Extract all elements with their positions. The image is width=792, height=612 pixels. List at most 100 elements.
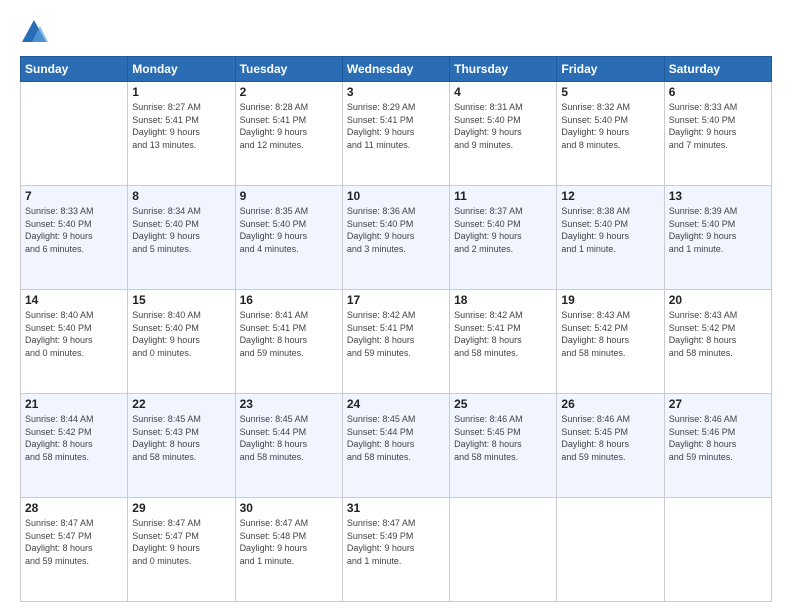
calendar-cell: 8 Sunrise: 8:34 AM Sunset: 5:40 PM Daylig… [128, 186, 235, 290]
calendar-week-5: 28 Sunrise: 8:47 AM Sunset: 5:47 PM Dayli… [21, 498, 772, 602]
calendar-cell: 6 Sunrise: 8:33 AM Sunset: 5:40 PM Daylig… [664, 82, 771, 186]
day-number: 21 [25, 397, 123, 411]
day-number: 15 [132, 293, 230, 307]
calendar-cell: 2 Sunrise: 8:28 AM Sunset: 5:41 PM Daylig… [235, 82, 342, 186]
calendar-cell: 4 Sunrise: 8:31 AM Sunset: 5:40 PM Daylig… [450, 82, 557, 186]
day-info: Sunrise: 8:42 AM Sunset: 5:41 PM Dayligh… [347, 309, 445, 359]
header [20, 18, 772, 46]
logo [20, 18, 52, 46]
day-info: Sunrise: 8:47 AM Sunset: 5:47 PM Dayligh… [25, 517, 123, 567]
day-info: Sunrise: 8:39 AM Sunset: 5:40 PM Dayligh… [669, 205, 767, 255]
day-number: 2 [240, 85, 338, 99]
day-info: Sunrise: 8:45 AM Sunset: 5:44 PM Dayligh… [240, 413, 338, 463]
day-number: 28 [25, 501, 123, 515]
day-info: Sunrise: 8:45 AM Sunset: 5:43 PM Dayligh… [132, 413, 230, 463]
calendar-cell: 14 Sunrise: 8:40 AM Sunset: 5:40 PM Dayli… [21, 290, 128, 394]
day-number: 30 [240, 501, 338, 515]
day-info: Sunrise: 8:46 AM Sunset: 5:45 PM Dayligh… [454, 413, 552, 463]
calendar-cell: 10 Sunrise: 8:36 AM Sunset: 5:40 PM Dayli… [342, 186, 449, 290]
calendar-cell: 25Sunrise: 8:46 AM Sunset: 5:45 PM Dayli… [450, 394, 557, 498]
calendar-cell: 22 Sunrise: 8:45 AM Sunset: 5:43 PM Dayli… [128, 394, 235, 498]
day-info: Sunrise: 8:40 AM Sunset: 5:40 PM Dayligh… [25, 309, 123, 359]
calendar-cell: 12Sunrise: 8:38 AM Sunset: 5:40 PM Dayli… [557, 186, 664, 290]
day-header-monday: Monday [128, 57, 235, 82]
day-number: 23 [240, 397, 338, 411]
day-info: Sunrise: 8:46 AM Sunset: 5:46 PM Dayligh… [669, 413, 767, 463]
day-info: Sunrise: 8:47 AM Sunset: 5:49 PM Dayligh… [347, 517, 445, 567]
day-number: 29 [132, 501, 230, 515]
day-info: Sunrise: 8:36 AM Sunset: 5:40 PM Dayligh… [347, 205, 445, 255]
day-info: Sunrise: 8:38 AM Sunset: 5:40 PM Dayligh… [561, 205, 659, 255]
day-info: Sunrise: 8:43 AM Sunset: 5:42 PM Dayligh… [669, 309, 767, 359]
calendar-cell: 23 Sunrise: 8:45 AM Sunset: 5:44 PM Dayli… [235, 394, 342, 498]
day-number: 5 [561, 85, 659, 99]
day-number: 17 [347, 293, 445, 307]
calendar-week-2: 7 Sunrise: 8:33 AM Sunset: 5:40 PM Daylig… [21, 186, 772, 290]
day-number: 27 [669, 397, 767, 411]
calendar-cell: 5 Sunrise: 8:32 AM Sunset: 5:40 PM Daylig… [557, 82, 664, 186]
calendar-cell: 19Sunrise: 8:43 AM Sunset: 5:42 PM Dayli… [557, 290, 664, 394]
day-number: 18 [454, 293, 552, 307]
calendar-cell [664, 498, 771, 602]
calendar-cell: 18 Sunrise: 8:42 AM Sunset: 5:41 PM Dayli… [450, 290, 557, 394]
day-number: 6 [669, 85, 767, 99]
day-info: Sunrise: 8:29 AM Sunset: 5:41 PM Dayligh… [347, 101, 445, 151]
day-number: 10 [347, 189, 445, 203]
day-info: Sunrise: 8:40 AM Sunset: 5:40 PM Dayligh… [132, 309, 230, 359]
day-header-wednesday: Wednesday [342, 57, 449, 82]
day-number: 1 [132, 85, 230, 99]
day-number: 16 [240, 293, 338, 307]
day-header-saturday: Saturday [664, 57, 771, 82]
day-number: 7 [25, 189, 123, 203]
calendar-cell: 3Sunrise: 8:29 AM Sunset: 5:41 PM Daylig… [342, 82, 449, 186]
calendar-cell: 31Sunrise: 8:47 AM Sunset: 5:49 PM Dayli… [342, 498, 449, 602]
calendar-cell: 21 Sunrise: 8:44 AM Sunset: 5:42 PM Dayli… [21, 394, 128, 498]
calendar-cell: 11 Sunrise: 8:37 AM Sunset: 5:40 PM Dayli… [450, 186, 557, 290]
day-info: Sunrise: 8:32 AM Sunset: 5:40 PM Dayligh… [561, 101, 659, 151]
day-number: 24 [347, 397, 445, 411]
calendar-cell: 20 Sunrise: 8:43 AM Sunset: 5:42 PM Dayli… [664, 290, 771, 394]
day-number: 11 [454, 189, 552, 203]
day-info: Sunrise: 8:28 AM Sunset: 5:41 PM Dayligh… [240, 101, 338, 151]
day-header-friday: Friday [557, 57, 664, 82]
calendar-cell: 1Sunrise: 8:27 AM Sunset: 5:41 PM Daylig… [128, 82, 235, 186]
calendar-cell: 26 Sunrise: 8:46 AM Sunset: 5:45 PM Dayli… [557, 394, 664, 498]
day-number: 20 [669, 293, 767, 307]
day-number: 4 [454, 85, 552, 99]
day-info: Sunrise: 8:35 AM Sunset: 5:40 PM Dayligh… [240, 205, 338, 255]
calendar-cell: 16 Sunrise: 8:41 AM Sunset: 5:41 PM Dayli… [235, 290, 342, 394]
day-number: 26 [561, 397, 659, 411]
day-info: Sunrise: 8:42 AM Sunset: 5:41 PM Dayligh… [454, 309, 552, 359]
day-info: Sunrise: 8:37 AM Sunset: 5:40 PM Dayligh… [454, 205, 552, 255]
day-info: Sunrise: 8:33 AM Sunset: 5:40 PM Dayligh… [669, 101, 767, 151]
day-header-thursday: Thursday [450, 57, 557, 82]
day-info: Sunrise: 8:31 AM Sunset: 5:40 PM Dayligh… [454, 101, 552, 151]
day-number: 22 [132, 397, 230, 411]
day-info: Sunrise: 8:33 AM Sunset: 5:40 PM Dayligh… [25, 205, 123, 255]
day-number: 9 [240, 189, 338, 203]
logo-icon [20, 18, 48, 46]
calendar-cell: 9 Sunrise: 8:35 AM Sunset: 5:40 PM Daylig… [235, 186, 342, 290]
day-info: Sunrise: 8:46 AM Sunset: 5:45 PM Dayligh… [561, 413, 659, 463]
day-info: Sunrise: 8:45 AM Sunset: 5:44 PM Dayligh… [347, 413, 445, 463]
day-number: 13 [669, 189, 767, 203]
page: SundayMondayTuesdayWednesdayThursdayFrid… [0, 0, 792, 612]
calendar-cell: 17 Sunrise: 8:42 AM Sunset: 5:41 PM Dayli… [342, 290, 449, 394]
calendar-table: SundayMondayTuesdayWednesdayThursdayFrid… [20, 56, 772, 602]
calendar-cell: 29Sunrise: 8:47 AM Sunset: 5:47 PM Dayli… [128, 498, 235, 602]
calendar-cell [557, 498, 664, 602]
day-info: Sunrise: 8:41 AM Sunset: 5:41 PM Dayligh… [240, 309, 338, 359]
calendar-cell [21, 82, 128, 186]
day-number: 14 [25, 293, 123, 307]
day-header-sunday: Sunday [21, 57, 128, 82]
day-info: Sunrise: 8:44 AM Sunset: 5:42 PM Dayligh… [25, 413, 123, 463]
calendar-week-1: 1Sunrise: 8:27 AM Sunset: 5:41 PM Daylig… [21, 82, 772, 186]
day-info: Sunrise: 8:47 AM Sunset: 5:48 PM Dayligh… [240, 517, 338, 567]
calendar-cell: 24 Sunrise: 8:45 AM Sunset: 5:44 PM Dayli… [342, 394, 449, 498]
calendar-header-row: SundayMondayTuesdayWednesdayThursdayFrid… [21, 57, 772, 82]
day-header-tuesday: Tuesday [235, 57, 342, 82]
day-number: 8 [132, 189, 230, 203]
calendar-cell: 28 Sunrise: 8:47 AM Sunset: 5:47 PM Dayli… [21, 498, 128, 602]
day-info: Sunrise: 8:34 AM Sunset: 5:40 PM Dayligh… [132, 205, 230, 255]
calendar-week-4: 21 Sunrise: 8:44 AM Sunset: 5:42 PM Dayli… [21, 394, 772, 498]
